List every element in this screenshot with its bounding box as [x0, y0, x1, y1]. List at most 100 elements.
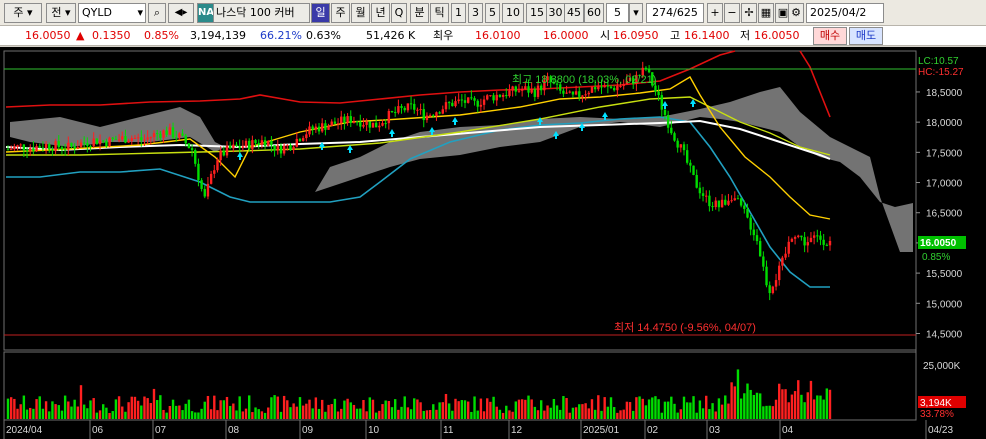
- candle-body: [466, 97, 470, 103]
- volume-bar: [321, 399, 324, 419]
- time-axis-label: 08: [228, 425, 240, 436]
- candle-body: [530, 89, 533, 93]
- volume-bar: [736, 369, 740, 419]
- candle-body: [797, 235, 800, 237]
- minute-button-30[interactable]: 30: [546, 3, 565, 23]
- candle-body: [301, 138, 305, 141]
- minute-button-15[interactable]: 15: [526, 3, 548, 23]
- period-button-year[interactable]: 년: [371, 3, 390, 23]
- minute-button-10[interactable]: 10: [502, 3, 524, 23]
- period-button-minute[interactable]: 분: [410, 3, 429, 23]
- volume-bar: [238, 396, 241, 419]
- date-input[interactable]: 2025/04/2: [806, 3, 884, 23]
- candle-body: [349, 116, 352, 123]
- minute-button-60[interactable]: 60: [584, 3, 604, 23]
- volume-bar: [603, 397, 606, 419]
- price-chart-canvas[interactable]: 최고 18.8800 (18.03%, 02/21) 최저 14.4750 (-…: [0, 47, 986, 439]
- candle-body: [289, 145, 292, 151]
- volume-bar: [543, 410, 546, 419]
- volume-bar: [365, 411, 368, 419]
- volume-bar: [498, 409, 502, 419]
- crosshair-button[interactable]: ✢: [741, 3, 757, 23]
- candle-body: [647, 69, 651, 73]
- grid-toggle-button[interactable]: ▦: [758, 3, 774, 23]
- minute-button-3[interactable]: 3: [468, 3, 483, 23]
- volume-bar: [622, 409, 625, 419]
- volume-bar: [508, 410, 511, 419]
- minute-button-1[interactable]: 1: [451, 3, 466, 23]
- candle-body: [168, 127, 172, 135]
- candle-body: [578, 91, 581, 97]
- volume-bar: [387, 401, 391, 419]
- candle-body: [57, 141, 60, 148]
- volume-bar: [19, 404, 22, 419]
- candle-body: [209, 173, 213, 184]
- period-button-tick[interactable]: 틱: [430, 3, 449, 23]
- settings-button[interactable]: ⚙: [788, 3, 804, 23]
- symbol-input[interactable]: QYLD ▾: [78, 3, 146, 23]
- candle-body: [444, 102, 448, 110]
- volume-bar: [444, 393, 448, 419]
- volume-bar: [209, 409, 213, 419]
- sub-type-select[interactable]: 전 ▾: [46, 3, 76, 23]
- zoom-out-button[interactable]: −: [724, 3, 740, 23]
- period-button-week[interactable]: 주: [331, 3, 350, 23]
- volume-bar: [349, 402, 352, 419]
- volume-bar: [797, 380, 800, 419]
- interval-input[interactable]: 5: [606, 3, 629, 23]
- speaker-button[interactable]: ◀▸: [168, 3, 194, 23]
- candle-body: [438, 112, 441, 114]
- zoom-in-button[interactable]: +: [707, 3, 723, 23]
- candle-body: [162, 130, 165, 138]
- time-axis-label: 2025/01: [583, 425, 620, 436]
- minute-button-45[interactable]: 45: [564, 3, 584, 23]
- period-button-month[interactable]: 월: [351, 3, 370, 23]
- candle-body: [476, 100, 479, 107]
- volume-bar: [393, 399, 397, 419]
- period-button-day[interactable]: 일: [311, 3, 330, 23]
- sell-button[interactable]: 매도: [849, 27, 883, 45]
- volume-bar: [511, 411, 514, 419]
- period-button-quarter[interactable]: Q: [391, 3, 407, 23]
- volume-bar: [749, 389, 752, 419]
- volume-bar: [346, 398, 349, 419]
- candle-body: [441, 109, 445, 114]
- candle-body: [679, 144, 683, 148]
- current-price: 16.0050: [25, 29, 71, 42]
- time-axis-label: 04: [782, 425, 794, 436]
- buy-button[interactable]: 매수: [813, 27, 847, 45]
- volume-bar: [492, 396, 495, 419]
- volume-bar: [711, 403, 714, 419]
- candle-body: [355, 121, 359, 123]
- volume-value: 3,194,139: [190, 29, 246, 42]
- candle-body: [260, 140, 264, 145]
- volume-bar: [466, 401, 470, 419]
- minute-button-5[interactable]: 5: [485, 3, 500, 23]
- candle-body: [270, 140, 273, 146]
- search-button[interactable]: ⌕: [148, 3, 166, 23]
- volume-bar: [720, 404, 724, 419]
- current-volume-label: 3,194K: [920, 398, 952, 409]
- candle-body: [238, 146, 241, 148]
- interval-dropdown[interactable]: ▾: [629, 3, 643, 23]
- volume-bar: [828, 389, 832, 419]
- candle-body: [498, 94, 502, 97]
- chevron-down-icon: ▾: [65, 6, 71, 19]
- volume-bar: [279, 411, 283, 419]
- volume-bar: [219, 400, 222, 419]
- candle-body: [286, 145, 289, 147]
- candle-body: [660, 95, 663, 110]
- candles-group: [6, 61, 832, 301]
- candle-body: [16, 145, 19, 147]
- candle-body: [213, 170, 216, 174]
- price-chart[interactable]: 최고 18.8800 (18.03%, 02/21) 최저 14.4750 (-…: [0, 47, 986, 439]
- period-type-select[interactable]: 주 ▾: [4, 3, 42, 23]
- candle-body: [752, 229, 756, 236]
- candle-body: [565, 92, 568, 94]
- volume-bar: [232, 403, 235, 419]
- volume-bar: [432, 404, 435, 419]
- volume-bar: [136, 400, 140, 419]
- candle-body: [133, 137, 137, 139]
- candle-body: [321, 123, 324, 132]
- candle-body: [676, 140, 679, 148]
